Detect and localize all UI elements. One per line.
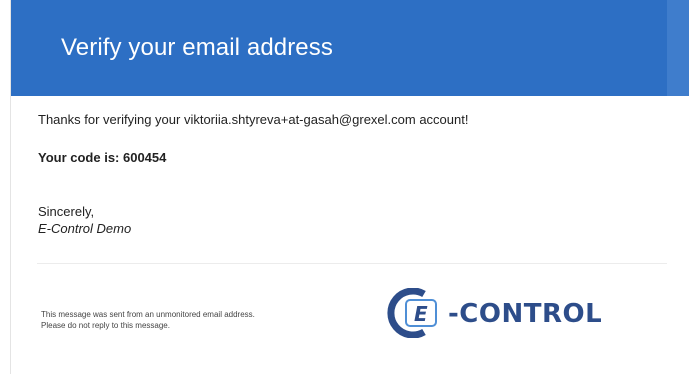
e-control-logo-icon: E <box>387 288 437 338</box>
footer-line-2: Please do not reply to this message. <box>41 321 170 330</box>
signature: E-Control Demo <box>38 221 132 236</box>
email-body: Verify your email address Thanks for ver… <box>10 0 689 374</box>
footer-line-1: This message was sent from an unmonitore… <box>41 310 255 319</box>
logo-letter: E <box>414 302 428 326</box>
header-banner-edge <box>667 0 689 96</box>
thanks-message: Thanks for verifying your viktoriia.shty… <box>38 112 469 127</box>
logo-text: -CONTROL <box>448 299 603 329</box>
email-title: Verify your email address <box>61 34 333 61</box>
e-control-logo: E -CONTROL <box>384 288 604 338</box>
closing-text: Sincerely, <box>38 204 95 219</box>
verification-code: Your code is: 600454 <box>38 150 167 165</box>
header-banner: Verify your email address <box>11 0 667 96</box>
footer-note: This message was sent from an unmonitore… <box>41 309 351 331</box>
footer-divider <box>37 263 667 264</box>
